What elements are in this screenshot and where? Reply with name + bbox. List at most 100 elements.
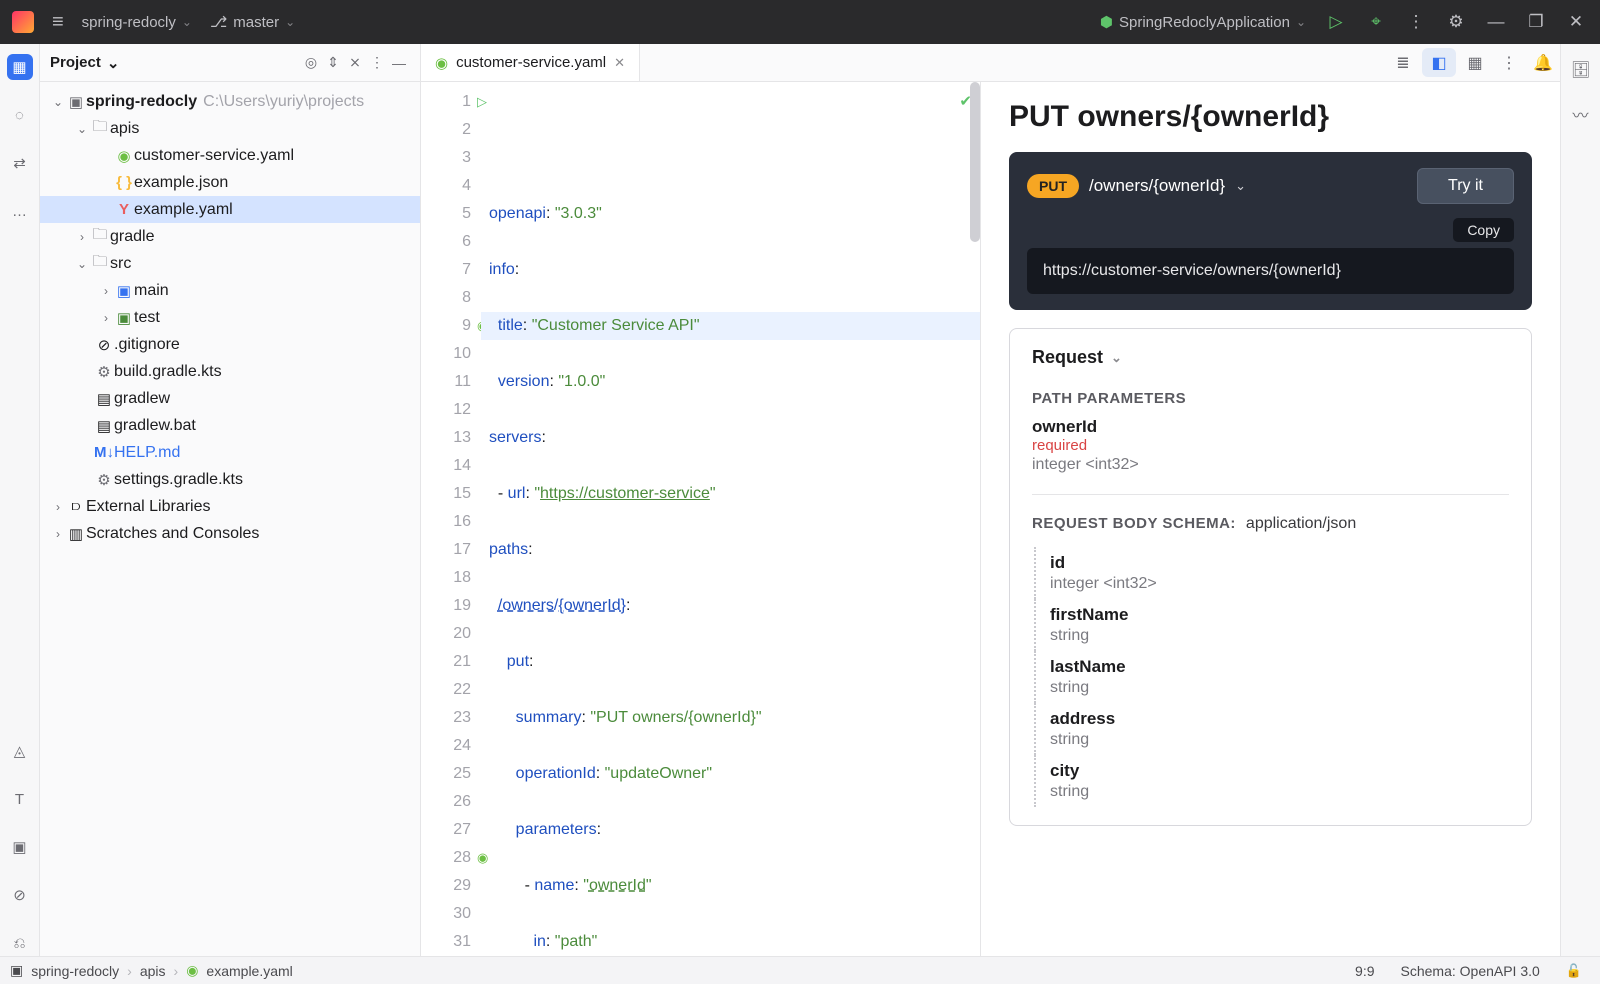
editor-tabbar: ◉ customer-service.yaml ✕ ≣ ◧ ▦ ⋮ 🔔 <box>421 44 1560 82</box>
tree-label: External Libraries <box>86 498 211 516</box>
tree-label: apis <box>110 120 139 138</box>
notifications-icon[interactable]: 🔔 <box>1526 44 1560 81</box>
tree-file-help-md[interactable]: M↓ HELP.md <box>40 439 420 466</box>
run-button-icon[interactable]: ▷ <box>1326 12 1346 32</box>
branch-name: master <box>233 14 279 31</box>
collapse-all-icon[interactable]: ⨯ <box>344 54 366 71</box>
schema-row: firstName string <box>1034 599 1509 651</box>
tree-scratches[interactable]: › ▥ Scratches and Consoles <box>40 520 420 547</box>
debug-button-icon[interactable]: ⌖ <box>1366 12 1386 32</box>
commit-tool-icon[interactable]: ◌ <box>7 102 33 128</box>
chevron-down-icon: ⌄ <box>74 257 90 271</box>
preview-only-view-icon[interactable]: ▦ <box>1458 44 1492 81</box>
tree-label: spring-redocly <box>86 93 197 111</box>
schema-field-type: integer <int32> <box>1050 575 1509 593</box>
code-lines[interactable]: ✔ openapi: "3.0.3" info: title: "Custome… <box>481 82 980 956</box>
expand-all-icon[interactable]: ⇕ <box>322 54 344 71</box>
project-tree: ⌄ ▣ spring-redocly C:\Users\yuriy\projec… <box>40 82 420 553</box>
more-tools-icon[interactable]: … <box>7 198 33 224</box>
build-tool-icon[interactable]: T <box>7 786 33 812</box>
tree-folder-apis[interactable]: ⌄ 🗀 apis <box>40 115 420 142</box>
run-config-selector[interactable]: ⬢ SpringRedoclyApplication ⌄ <box>1100 13 1306 31</box>
titlebar: ≡ spring-redocly ⌄ ⎇ master ⌄ ⬢ SpringRe… <box>0 0 1600 44</box>
tree-file-gradlew-bat[interactable]: ▤ gradlew.bat <box>40 412 420 439</box>
terminal-tool-icon[interactable]: ▣ <box>7 834 33 860</box>
tree-folder-src[interactable]: ⌄ 🗀 src <box>40 250 420 277</box>
operation-box: PUT /owners/{ownerId} ⌄ Try it Copy http… <box>1009 152 1532 310</box>
gradle-file-icon: ⚙ <box>94 471 114 489</box>
schema-row: city string <box>1034 755 1509 807</box>
maximize-window-icon[interactable]: ❐ <box>1526 12 1546 32</box>
tree-root[interactable]: ⌄ ▣ spring-redocly C:\Users\yuriy\projec… <box>40 88 420 115</box>
tree-folder-main[interactable]: › ▣ main <box>40 277 420 304</box>
vcs-tool-icon[interactable]: ⎌ <box>7 930 33 956</box>
branch-icon: ⎇ <box>210 13 227 31</box>
try-it-button[interactable]: Try it <box>1417 168 1514 204</box>
close-window-icon[interactable]: ✕ <box>1566 12 1586 32</box>
minimize-window-icon[interactable]: — <box>1486 12 1506 32</box>
param-required-label: required <box>1032 437 1509 454</box>
path-params-heading: PATH PARAMETERS <box>1032 390 1509 407</box>
panel-options-icon[interactable]: ⋮ <box>366 54 388 71</box>
readonly-lock-icon[interactable]: 🔓 <box>1558 963 1590 979</box>
code-editor[interactable]: ▷ ◉ ◉ 1234 5678 9101112 13141516 1718192… <box>421 82 980 956</box>
tree-folder-test[interactable]: › ▣ test <box>40 304 420 331</box>
tab-options-icon[interactable]: ⋮ <box>1492 44 1526 81</box>
tree-folder-gradle[interactable]: › 🗀 gradle <box>40 223 420 250</box>
settings-icon[interactable]: ⚙ <box>1446 12 1466 32</box>
editor-only-view-icon[interactable]: ≣ <box>1386 44 1420 81</box>
project-selector[interactable]: spring-redocly ⌄ <box>82 14 192 31</box>
request-header[interactable]: Request ⌄ <box>1032 347 1509 368</box>
split-view-icon[interactable]: ◧ <box>1422 48 1456 77</box>
chevron-down-icon: ⌄ <box>285 15 295 29</box>
script-file-icon: ▤ <box>94 417 114 435</box>
tree-file-settings-gradle-kts[interactable]: ⚙ settings.gradle.kts <box>40 466 420 493</box>
openapi-file-icon: ◉ <box>435 54 448 72</box>
select-opened-file-icon[interactable]: ◎ <box>300 54 322 71</box>
main-menu-icon[interactable]: ≡ <box>52 11 64 34</box>
gitignore-file-icon: ⊘ <box>94 336 114 354</box>
caret-position[interactable]: 9:9 <box>1347 963 1382 979</box>
tree-file-example-yaml[interactable]: Y example.yaml <box>40 196 420 223</box>
tree-file-gitignore[interactable]: ⊘ .gitignore <box>40 331 420 358</box>
tree-file-customer-service[interactable]: ◉ customer-service.yaml <box>40 142 420 169</box>
breadcrumb-item: spring-redocly <box>31 963 119 979</box>
close-icon[interactable]: ✕ <box>614 55 625 71</box>
database-tool-icon[interactable]: 🗄 <box>1571 60 1591 80</box>
tree-external-libraries[interactable]: › ⫐ External Libraries <box>40 493 420 520</box>
hide-panel-icon[interactable]: — <box>388 55 410 71</box>
openapi-file-icon: ◉ <box>186 962 198 979</box>
more-actions-icon[interactable]: ⋮ <box>1406 12 1426 32</box>
schema-indicator[interactable]: Schema: OpenAPI 3.0 <box>1393 963 1548 979</box>
schema-row: address string <box>1034 703 1509 755</box>
chevron-right-icon: › <box>98 284 114 298</box>
structure-tool-icon[interactable]: ⇄ <box>7 150 33 176</box>
tree-file-gradlew[interactable]: ▤ gradlew <box>40 385 420 412</box>
run-config-name: SpringRedoclyApplication <box>1119 14 1290 31</box>
tree-file-example-json[interactable]: { } example.json <box>40 169 420 196</box>
folder-icon: 🗀 <box>90 224 110 249</box>
breadcrumb[interactable]: ▣ spring-redocly › apis › ◉ example.yaml <box>10 962 293 979</box>
schema-field-type: string <box>1050 783 1509 801</box>
branch-selector[interactable]: ⎇ master ⌄ <box>210 13 295 31</box>
schema-row: id integer <int32> <box>1034 547 1509 599</box>
openapi-preview: PUT owners/{ownerId} PUT /owners/{ownerI… <box>980 82 1560 956</box>
services-tool-icon[interactable]: ◬ <box>7 738 33 764</box>
schema-table: id integer <int32> firstName string last… <box>1032 547 1509 807</box>
chevron-down-icon: ⌄ <box>1111 350 1122 366</box>
schema-field-type: string <box>1050 627 1509 645</box>
copy-button[interactable]: Copy <box>1453 218 1514 242</box>
tree-label: customer-service.yaml <box>134 147 294 165</box>
project-tool-icon[interactable]: ▦ <box>7 54 33 80</box>
problems-tool-icon[interactable]: ⊘ <box>7 882 33 908</box>
editor-tab[interactable]: ◉ customer-service.yaml ✕ <box>421 44 640 81</box>
tree-label: gradle <box>110 228 154 246</box>
tree-label: src <box>110 255 131 273</box>
tree-file-build-gradle-kts[interactable]: ⚙ build.gradle.kts <box>40 358 420 385</box>
chevron-down-icon[interactable]: ⌄ <box>1235 178 1246 194</box>
operation-heading: PUT owners/{ownerId} <box>1009 100 1532 134</box>
endpoints-tool-icon[interactable]: 〰 <box>1571 102 1591 122</box>
chevron-right-icon: › <box>98 311 114 325</box>
tree-label: example.json <box>134 174 228 192</box>
project-panel-title[interactable]: Project ⌄ <box>50 54 119 72</box>
